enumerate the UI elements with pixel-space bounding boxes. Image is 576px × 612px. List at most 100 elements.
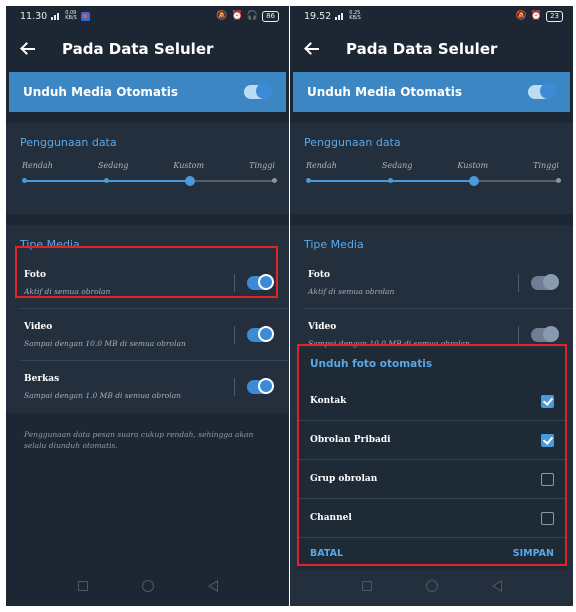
data-usage-levels: Rendah Sedang Kustom Tinggi bbox=[290, 161, 573, 170]
battery-icon: 86 bbox=[262, 10, 279, 22]
media-name: Video bbox=[308, 321, 337, 332]
slider-stop[interactable] bbox=[388, 178, 394, 183]
level-label: Tinggi bbox=[533, 161, 559, 170]
media-subtitle: Sampai dengan 1.0 MB di semua obrolan bbox=[24, 390, 182, 400]
data-usage-section: Penggunaan data Rendah Sedang Kustom Tin… bbox=[6, 123, 289, 214]
media-type-title: Tipe Media bbox=[304, 238, 364, 251]
media-subtitle: Sampai dengan 10.0 MB di semua obrolan bbox=[24, 338, 186, 348]
voice-note-info: Penggunaan data pesan suara cukup rendah… bbox=[24, 430, 254, 450]
media-name: Foto bbox=[24, 269, 47, 280]
media-subtitle: Aktif di semua obrolan bbox=[308, 286, 395, 296]
data-usage-slider[interactable] bbox=[306, 170, 561, 192]
media-row-photo[interactable]: Foto Aktif di semua obrolan bbox=[6, 257, 289, 308]
media-row-photo[interactable]: Foto Aktif di semua obrolan bbox=[290, 257, 573, 308]
auto-download-row[interactable]: Unduh Media Otomatis bbox=[293, 72, 570, 112]
option-contacts[interactable]: Kontak bbox=[298, 382, 566, 421]
option-private-chats[interactable]: Obrolan Pribadi bbox=[298, 421, 566, 460]
option-channels[interactable]: Channel bbox=[298, 499, 566, 538]
slider-stop[interactable] bbox=[104, 178, 110, 183]
save-button[interactable]: SIMPAN bbox=[513, 548, 554, 559]
alarm-icon: ⏰ bbox=[231, 10, 243, 21]
level-label: Sedang bbox=[381, 161, 413, 170]
app-bar: Pada Data Seluler bbox=[6, 26, 289, 72]
phone-screen-left: 11.30 0.09 KB/S 🔕 ⏰ 🎧 86 Pada Data Selul… bbox=[6, 6, 289, 606]
auto-download-label: Unduh Media Otomatis bbox=[307, 85, 462, 99]
cancel-button[interactable]: BATAL bbox=[310, 548, 343, 559]
level-label: Rendah bbox=[22, 161, 53, 170]
alarm-icon: ⏰ bbox=[530, 10, 543, 21]
battery-icon: 23 bbox=[546, 10, 563, 22]
photo-toggle[interactable] bbox=[247, 273, 274, 290]
option-group-chats[interactable]: Grup obrolan bbox=[298, 460, 566, 499]
option-label: Channel bbox=[310, 513, 352, 523]
data-usage-title: Penggunaan data bbox=[20, 136, 117, 149]
divider bbox=[234, 325, 235, 344]
back-arrow-icon[interactable] bbox=[20, 42, 38, 56]
media-row-files[interactable]: Berkas Sampai dengan 1.0 MB di semua obr… bbox=[6, 361, 289, 412]
status-time: 11.30 bbox=[20, 10, 48, 22]
divider bbox=[518, 325, 519, 344]
nav-bar bbox=[6, 580, 289, 592]
auto-download-row[interactable]: Unduh Media Otomatis bbox=[9, 72, 286, 112]
photo-toggle[interactable] bbox=[531, 273, 559, 290]
slider-track-inactive bbox=[473, 180, 559, 182]
slider-knob[interactable] bbox=[184, 176, 195, 186]
level-label: Tinggi bbox=[249, 161, 275, 170]
data-usage-levels: Rendah Sedang Kustom Tinggi bbox=[6, 161, 289, 170]
level-label: Rendah bbox=[306, 161, 337, 170]
network-speed: 0.25 KB/S bbox=[349, 10, 361, 21]
data-usage-section: Penggunaan data Rendah Sedang Kustom Tin… bbox=[290, 123, 573, 214]
divider bbox=[234, 377, 235, 396]
signal-icon bbox=[335, 12, 345, 20]
mute-icon: 🔕 bbox=[216, 10, 228, 21]
data-usage-title: Penggunaan data bbox=[304, 136, 401, 149]
divider bbox=[518, 273, 519, 292]
video-toggle[interactable] bbox=[531, 325, 559, 342]
page-title: Pada Data Seluler bbox=[346, 40, 498, 58]
mute-icon: 🔕 bbox=[515, 10, 527, 21]
checkbox-unchecked[interactable] bbox=[541, 511, 554, 525]
media-name: Foto bbox=[308, 269, 331, 280]
media-type-title: Tipe Media bbox=[20, 238, 80, 251]
slider-stop[interactable] bbox=[272, 178, 277, 183]
auto-download-toggle[interactable] bbox=[244, 83, 272, 99]
slider-stop[interactable] bbox=[306, 178, 311, 183]
media-type-section: Tipe Media Foto Aktif di semua obrolan V… bbox=[6, 225, 289, 413]
nav-back-icon[interactable] bbox=[491, 580, 502, 592]
back-arrow-icon[interactable] bbox=[304, 42, 322, 56]
recents-icon[interactable] bbox=[77, 581, 88, 591]
checkbox-checked[interactable] bbox=[541, 394, 554, 408]
nav-back-icon[interactable] bbox=[207, 580, 218, 592]
level-label: Kustom bbox=[173, 161, 205, 170]
checkbox-unchecked[interactable] bbox=[541, 472, 554, 486]
slider-stop[interactable] bbox=[22, 178, 27, 183]
option-label: Kontak bbox=[310, 396, 347, 406]
media-name: Berkas bbox=[24, 373, 60, 384]
nav-bar bbox=[290, 580, 573, 592]
files-toggle[interactable] bbox=[247, 377, 274, 394]
slider-knob[interactable] bbox=[468, 176, 479, 186]
media-row-video[interactable]: Video Sampai dengan 10.0 MB di semua obr… bbox=[6, 309, 289, 360]
headphone-icon: 🎧 bbox=[246, 10, 259, 21]
phone-screen-right: 19.52 0.25 KB/S 🔕 ⏰ 23 Pada Data Seluler… bbox=[290, 6, 573, 606]
video-toggle[interactable] bbox=[247, 325, 274, 342]
home-icon[interactable] bbox=[141, 580, 154, 592]
signal-icon bbox=[51, 12, 61, 20]
checkbox-checked[interactable] bbox=[541, 433, 554, 447]
home-icon[interactable] bbox=[425, 580, 438, 592]
data-usage-slider[interactable] bbox=[22, 170, 277, 192]
status-bar: 19.52 0.25 KB/S 🔕 ⏰ 23 bbox=[290, 6, 573, 26]
dialog-title: Unduh foto otomatis bbox=[310, 358, 433, 370]
slider-stop[interactable] bbox=[556, 178, 561, 183]
auto-download-toggle[interactable] bbox=[528, 83, 556, 99]
divider bbox=[234, 273, 235, 292]
page-title: Pada Data Seluler bbox=[62, 40, 214, 58]
status-time: 19.52 bbox=[304, 10, 332, 22]
slider-track-inactive bbox=[189, 180, 275, 182]
auto-download-label: Unduh Media Otomatis bbox=[23, 85, 178, 99]
app-bar: Pada Data Seluler bbox=[290, 26, 573, 72]
network-speed: 0.09 KB/S bbox=[65, 10, 77, 21]
app-notification-icon bbox=[81, 11, 91, 21]
recents-icon[interactable] bbox=[361, 581, 372, 591]
option-label: Obrolan Pribadi bbox=[310, 435, 391, 445]
